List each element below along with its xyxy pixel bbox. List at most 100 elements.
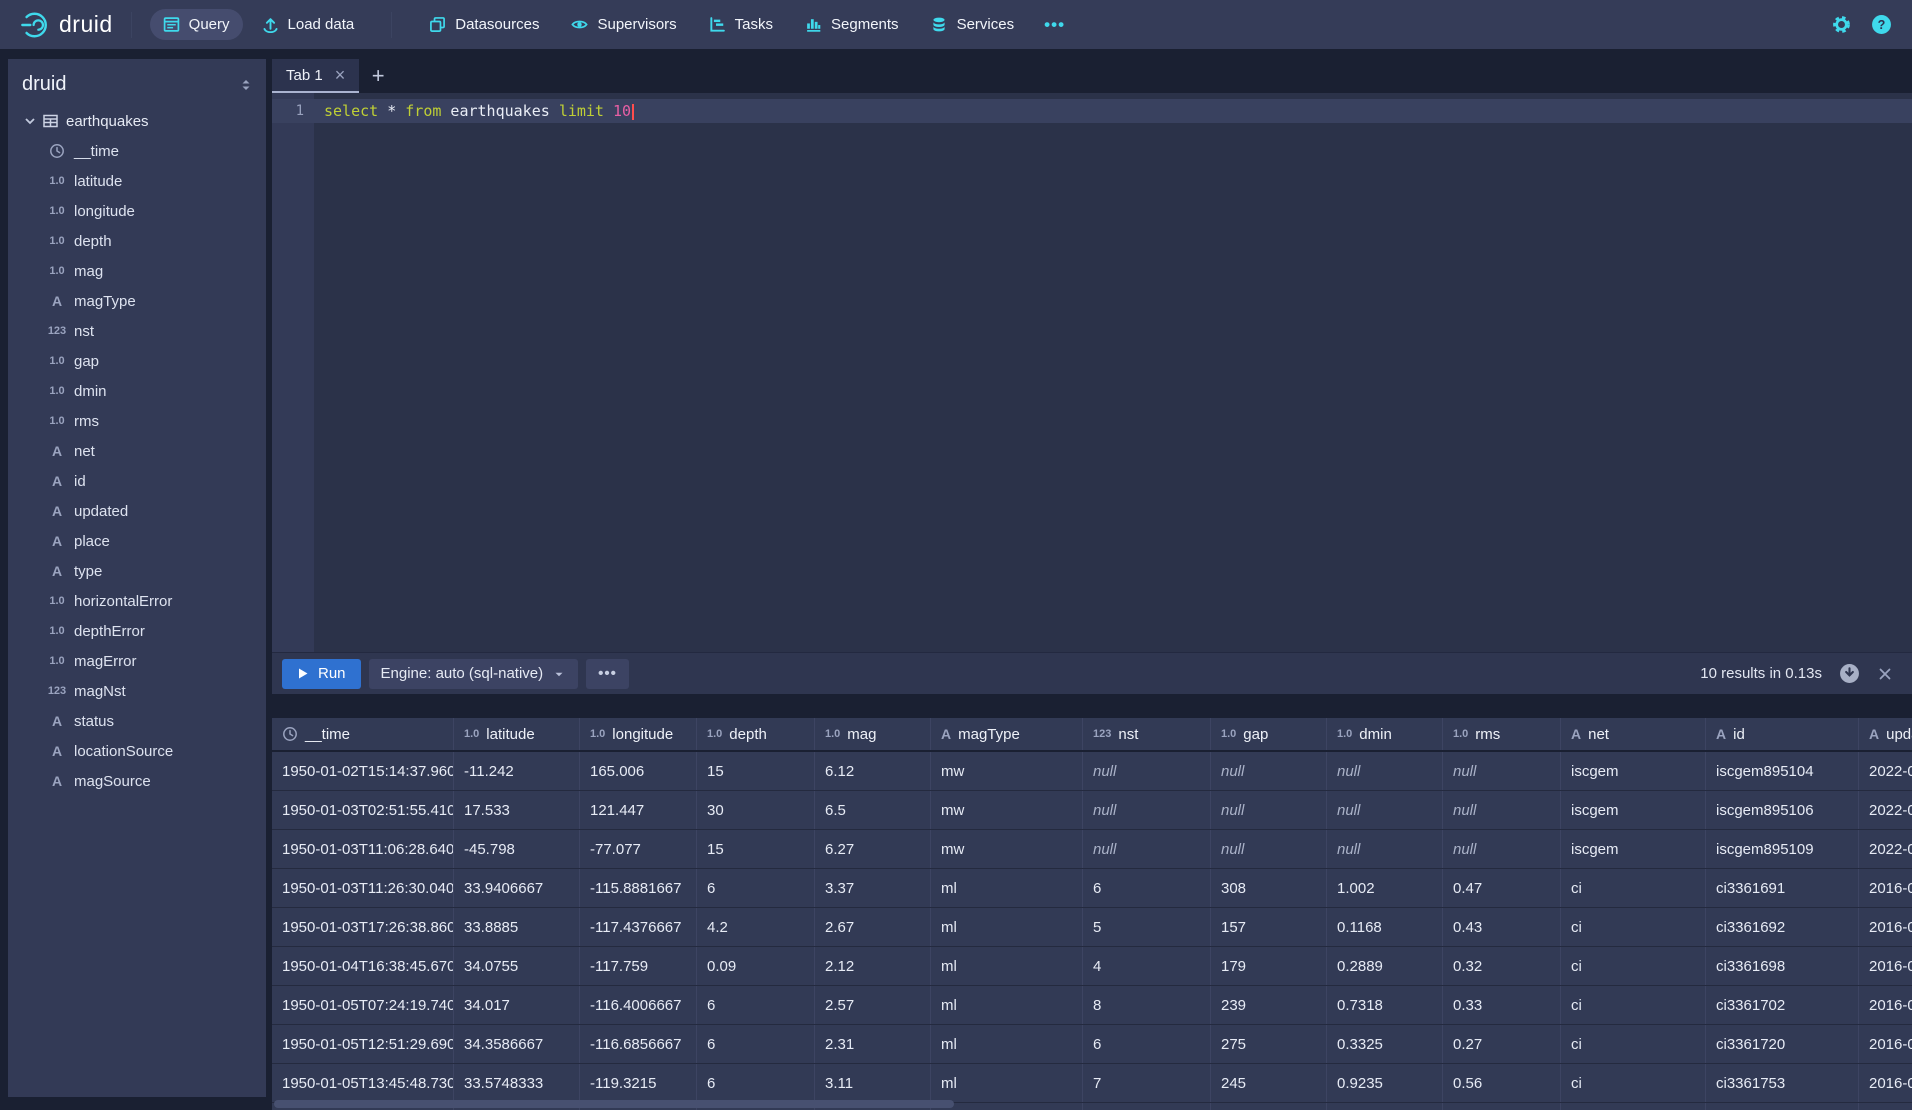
table-cell[interactable]: 2016-0 (1859, 1064, 1912, 1102)
chevron-down-icon[interactable] (22, 113, 42, 129)
table-cell[interactable]: 33.5748333 (454, 1064, 580, 1102)
download-results-icon[interactable] (1838, 663, 1860, 685)
nav-item-supervisors[interactable]: Supervisors (558, 9, 689, 40)
table-cell[interactable]: 0.27 (1443, 1025, 1561, 1063)
table-cell[interactable]: iscgem (1561, 830, 1706, 868)
table-cell[interactable]: 0.33 (1443, 986, 1561, 1024)
table-cell[interactable]: -117.759 (580, 947, 697, 985)
table-cell[interactable]: 1950-01-05T07:24:19.740Z (272, 986, 454, 1024)
close-results-icon[interactable] (1874, 663, 1896, 685)
column-header-time[interactable]: __time (272, 718, 454, 750)
sidebar-column-nst[interactable]: 123nst (8, 316, 266, 346)
table-cell[interactable]: null (1443, 791, 1561, 829)
table-cell[interactable]: null (1083, 752, 1211, 790)
sidebar-column-type[interactable]: Atype (8, 556, 266, 586)
table-cell[interactable]: 2016-0 (1859, 947, 1912, 985)
table-cell[interactable]: 15 (697, 752, 815, 790)
table-cell[interactable]: ci (1561, 1025, 1706, 1063)
table-cell[interactable]: -116.4006667 (580, 986, 697, 1024)
table-cell[interactable]: 0.47 (1443, 869, 1561, 907)
table-cell[interactable]: ml (931, 1025, 1083, 1063)
sidebar-column-id[interactable]: Aid (8, 466, 266, 496)
sidebar-column-gap[interactable]: 1.0gap (8, 346, 266, 376)
sidebar-column-depth[interactable]: 1.0depth (8, 226, 266, 256)
table-cell[interactable]: 0.3325 (1327, 1025, 1443, 1063)
table-cell[interactable]: null (1443, 752, 1561, 790)
table-cell[interactable]: ci3361753 (1706, 1064, 1859, 1102)
table-cell[interactable]: ml (931, 1064, 1083, 1102)
sql-editor[interactable]: 1 select * from earthquakes limit 10 (272, 93, 1912, 652)
sidebar-column-magType[interactable]: AmagType (8, 286, 266, 316)
table-cell[interactable]: 308 (1211, 869, 1327, 907)
table-cell[interactable]: null (1327, 830, 1443, 868)
table-cell[interactable]: -77.077 (580, 830, 697, 868)
tab-1[interactable]: Tab 1 × (272, 59, 359, 93)
table-cell[interactable]: 245 (1211, 1064, 1327, 1102)
table-cell[interactable]: null (1211, 752, 1327, 790)
sidebar-column-locationSource[interactable]: AlocationSource (8, 736, 266, 766)
table-cell[interactable]: 0.56 (1443, 1064, 1561, 1102)
table-cell[interactable]: 2016-0 (1859, 986, 1912, 1024)
table-cell[interactable]: 1950-01-03T11:26:30.040Z (272, 869, 454, 907)
table-cell[interactable]: ml (931, 986, 1083, 1024)
table-cell[interactable]: iscgem (1561, 791, 1706, 829)
table-cell[interactable]: iscgem895104 (1706, 752, 1859, 790)
table-cell[interactable]: 5 (1083, 908, 1211, 946)
table-cell[interactable]: 17.533 (454, 791, 580, 829)
table-cell[interactable]: 165.006 (580, 752, 697, 790)
table-cell[interactable]: ml (931, 869, 1083, 907)
table-cell[interactable]: 33.9406667 (454, 869, 580, 907)
sidebar-column-status[interactable]: Astatus (8, 706, 266, 736)
column-header-dmin[interactable]: 1.0dmin (1327, 718, 1443, 750)
sidebar-column-latitude[interactable]: 1.0latitude (8, 166, 266, 196)
table-cell[interactable]: 34.3586667 (454, 1025, 580, 1063)
column-header-mag[interactable]: 1.0mag (815, 718, 931, 750)
table-cell[interactable]: -119.3215 (580, 1064, 697, 1102)
table-cell[interactable]: ci3361702 (1706, 986, 1859, 1024)
horizontal-scrollbar[interactable] (274, 1100, 954, 1108)
table-cell[interactable]: 6.5 (815, 791, 931, 829)
table-cell[interactable]: null (1327, 752, 1443, 790)
column-header-nst[interactable]: 123nst (1083, 718, 1211, 750)
table-cell[interactable]: 34.017 (454, 986, 580, 1024)
nav-item-more-menu[interactable]: ••• (1033, 9, 1076, 40)
column-header-depth[interactable]: 1.0depth (697, 718, 815, 750)
table-cell[interactable]: 1950-01-04T16:38:45.670Z (272, 947, 454, 985)
table-cell[interactable]: 0.9235 (1327, 1064, 1443, 1102)
sidebar-column-updated[interactable]: Aupdated (8, 496, 266, 526)
column-header-updated[interactable]: Aupdated (1859, 718, 1912, 750)
table-cell[interactable]: 2016-0 (1859, 908, 1912, 946)
nav-item-segments[interactable]: Segments (792, 9, 912, 40)
sidebar-column-net[interactable]: Anet (8, 436, 266, 466)
table-cell[interactable]: 1950-01-05T12:51:29.690Z (272, 1025, 454, 1063)
druid-logo[interactable]: druid (20, 10, 113, 40)
table-cell[interactable]: -116.6856667 (580, 1025, 697, 1063)
table-cell[interactable]: 1950-01-03T11:06:28.640Z (272, 830, 454, 868)
table-cell[interactable]: 0.43 (1443, 908, 1561, 946)
engine-selector[interactable]: Engine: auto (sql-native) (369, 659, 579, 689)
table-cell[interactable]: 7 (1083, 1064, 1211, 1102)
table-cell[interactable]: 0.1168 (1327, 908, 1443, 946)
table-cell[interactable]: null (1083, 791, 1211, 829)
table-cell[interactable]: ci3361720 (1706, 1025, 1859, 1063)
table-cell[interactable]: mw (931, 830, 1083, 868)
table-cell[interactable]: 2.57 (815, 986, 931, 1024)
table-cell[interactable]: 6 (697, 1064, 815, 1102)
table-cell[interactable]: 0.7318 (1327, 986, 1443, 1024)
table-cell[interactable]: 2.31 (815, 1025, 931, 1063)
new-tab-button[interactable]: + (359, 59, 397, 93)
sidebar-column-time[interactable]: __time (8, 136, 266, 166)
table-cell[interactable]: 2.67 (815, 908, 931, 946)
table-cell[interactable]: -45.798 (454, 830, 580, 868)
sidebar-table-earthquakes[interactable]: earthquakes (8, 106, 266, 136)
table-cell[interactable]: ml (931, 947, 1083, 985)
table-cell[interactable]: 6 (1083, 1025, 1211, 1063)
schema-selector[interactable]: druid (8, 59, 266, 106)
table-cell[interactable]: ci3361698 (1706, 947, 1859, 985)
table-cell[interactable]: 1.002 (1327, 869, 1443, 907)
sidebar-column-dmin[interactable]: 1.0dmin (8, 376, 266, 406)
table-cell[interactable]: ci (1561, 908, 1706, 946)
sidebar-column-longitude[interactable]: 1.0longitude (8, 196, 266, 226)
nav-item-query[interactable]: Query (150, 9, 243, 40)
column-header-rms[interactable]: 1.0rms (1443, 718, 1561, 750)
